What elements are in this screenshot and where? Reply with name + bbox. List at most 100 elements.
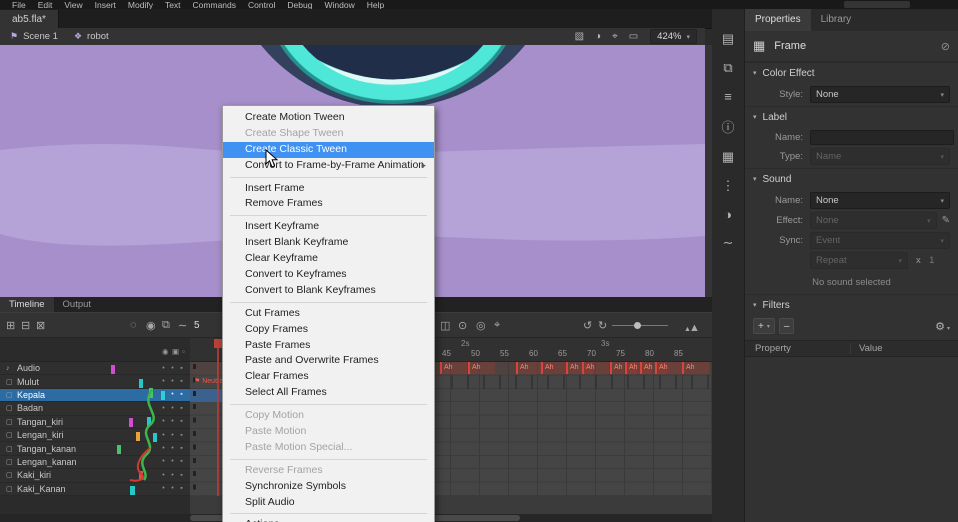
history-panel-icon[interactable]: ◑ bbox=[724, 207, 732, 222]
pages-panel-icon[interactable]: ⧉ bbox=[723, 60, 732, 76]
info-panel-icon[interactable]: ⓘ bbox=[721, 117, 734, 136]
layer-row[interactable]: ▢Tangan_kanan••▪ bbox=[0, 442, 190, 455]
menu-item[interactable]: Insert Frame bbox=[223, 181, 434, 197]
menu-item[interactable]: Paste and Overwrite Frames bbox=[223, 353, 434, 369]
label-name-input[interactable] bbox=[810, 130, 954, 145]
outline-swatch[interactable]: ▪ bbox=[177, 445, 186, 452]
visibility-dot[interactable]: • bbox=[159, 365, 168, 372]
align-panel-icon[interactable]: ≡ bbox=[724, 89, 732, 104]
lock-dot[interactable]: • bbox=[168, 432, 177, 439]
repeat-count-value[interactable]: 1 bbox=[925, 255, 939, 266]
sound-name-dropdown[interactable]: None ▾ bbox=[810, 192, 950, 209]
frame-size-slider[interactable] bbox=[612, 325, 668, 326]
layer-row[interactable]: ▢Tangan_kiri••▪ bbox=[0, 416, 190, 429]
menu-item[interactable]: Cut Frames bbox=[223, 306, 434, 322]
layer-row[interactable]: ♪Audio••▪ bbox=[0, 362, 190, 375]
menu-item-debug[interactable]: Debug bbox=[287, 0, 312, 9]
layer-row[interactable]: ▢Lengan_kanan••▪ bbox=[0, 456, 190, 469]
menu-item[interactable]: Create Motion Tween bbox=[223, 110, 434, 126]
section-color-effect[interactable]: ▾ Color Effect bbox=[745, 62, 958, 83]
visibility-dot[interactable]: • bbox=[159, 472, 168, 479]
menu-item-text[interactable]: Text bbox=[165, 0, 181, 9]
menu-item[interactable]: Split Audio bbox=[223, 495, 434, 511]
visibility-dot[interactable]: • bbox=[159, 405, 168, 412]
layer-row[interactable]: ▢Mulut••▪ bbox=[0, 375, 190, 388]
highlight-layers-icon[interactable]: ◉ bbox=[146, 319, 156, 332]
menu-item-file[interactable]: File bbox=[12, 0, 26, 9]
outline-icon[interactable]: ▫ bbox=[182, 347, 185, 356]
tab-timeline[interactable]: Timeline bbox=[0, 297, 54, 312]
edit-multiple-frames-icon[interactable]: ⧉ bbox=[162, 319, 170, 332]
motion-panel-icon[interactable]: ∼ bbox=[723, 235, 734, 251]
edit-effect-icon[interactable]: ✎ bbox=[942, 215, 950, 226]
menu-item[interactable]: Paste Frames bbox=[223, 338, 434, 354]
menu-item-view[interactable]: View bbox=[64, 0, 82, 9]
outline-swatch[interactable]: ▪ bbox=[177, 485, 186, 492]
insert-frame-icon[interactable]: ◫ bbox=[440, 319, 450, 332]
eye-icon[interactable]: ◉ bbox=[162, 347, 169, 356]
menu-item[interactable]: Remove Frames bbox=[223, 196, 434, 212]
outline-swatch[interactable]: ▪ bbox=[177, 432, 186, 439]
menu-item-commands[interactable]: Commands bbox=[193, 0, 236, 9]
outline-swatch[interactable]: ▪ bbox=[177, 391, 186, 398]
step-forward-icon[interactable]: ↻ bbox=[598, 319, 607, 332]
menu-item-control[interactable]: Control bbox=[248, 0, 275, 9]
lock-dot[interactable]: • bbox=[168, 458, 177, 465]
onion-skin-outline-icon[interactable]: ◎ bbox=[476, 319, 486, 332]
section-sound[interactable]: ▾ Sound bbox=[745, 168, 958, 189]
tab-properties[interactable]: Properties bbox=[745, 9, 811, 31]
menu-item[interactable]: Clear Keyframe bbox=[223, 251, 434, 267]
menu-item[interactable]: Copy Frames bbox=[223, 322, 434, 338]
menu-item-modify[interactable]: Modify bbox=[128, 0, 153, 9]
layer-row[interactable]: ▢Lengan_kiri••▪ bbox=[0, 429, 190, 442]
stage-outline-icon[interactable]: ▭ bbox=[629, 31, 638, 42]
tab-output[interactable]: Output bbox=[54, 297, 101, 312]
outline-swatch[interactable]: ▪ bbox=[177, 365, 186, 372]
menu-item[interactable]: Insert Blank Keyframe bbox=[223, 235, 434, 251]
zoom-level-dropdown[interactable]: 424% ▾ bbox=[650, 29, 697, 44]
show-layers-icon[interactable]: ◌ bbox=[130, 319, 137, 331]
frame-view-size-icon[interactable]: ▲▲ bbox=[684, 318, 698, 336]
menu-item[interactable]: Insert Keyframe bbox=[223, 219, 434, 235]
menu-item[interactable]: Select All Frames bbox=[223, 385, 434, 401]
workspace-switcher[interactable] bbox=[844, 1, 910, 8]
panel-menu-icon[interactable]: ⊘ bbox=[941, 40, 950, 53]
menu-item-window[interactable]: Window bbox=[324, 0, 354, 9]
new-folder-icon[interactable]: ⊟ bbox=[21, 319, 30, 332]
step-back-icon[interactable]: ↺ bbox=[583, 319, 592, 332]
lock-dot[interactable]: • bbox=[168, 365, 177, 372]
menu-item-help[interactable]: Help bbox=[367, 0, 384, 9]
add-filter-button[interactable]: +▾ bbox=[753, 318, 775, 334]
menu-item[interactable]: Convert to Frame-by-Frame Animation▸ bbox=[223, 158, 434, 174]
outline-swatch[interactable]: ▪ bbox=[177, 418, 186, 425]
filters-options-icon[interactable]: ⚙▾ bbox=[935, 320, 950, 333]
breadcrumb-symbol[interactable]: robot bbox=[87, 31, 109, 42]
new-layer-icon[interactable]: ⊞ bbox=[6, 319, 15, 332]
delete-layer-icon[interactable]: ⊠ bbox=[36, 319, 45, 332]
outline-swatch[interactable]: ▪ bbox=[177, 458, 186, 465]
sound-sync-dropdown[interactable]: Event ▾ bbox=[810, 232, 950, 249]
layer-row[interactable]: ▢Kaki_kiri••▪ bbox=[0, 469, 190, 482]
visibility-dot[interactable]: • bbox=[159, 485, 168, 492]
visibility-dot[interactable]: • bbox=[159, 391, 168, 398]
outline-swatch[interactable]: ▪ bbox=[177, 472, 186, 479]
clip-content-icon[interactable]: ▧ bbox=[575, 31, 584, 42]
lock-dot[interactable]: • bbox=[168, 418, 177, 425]
menu-item[interactable]: Clear Frames bbox=[223, 369, 434, 385]
rotate-stage-icon[interactable]: ◑ bbox=[595, 31, 601, 42]
center-stage-icon[interactable]: ⌖ bbox=[612, 31, 618, 42]
lock-dot[interactable]: • bbox=[168, 391, 177, 398]
more-panels-icon[interactable]: ⋮ bbox=[722, 178, 735, 194]
lock-dot[interactable]: • bbox=[168, 472, 177, 479]
section-filters[interactable]: ▾ Filters bbox=[745, 294, 958, 315]
layer-row-selected[interactable]: ▢Kepala••▪ bbox=[0, 389, 190, 402]
stage-scrollbar[interactable] bbox=[705, 45, 712, 297]
lock-dot[interactable]: • bbox=[168, 405, 177, 412]
outline-swatch[interactable]: ▪ bbox=[177, 378, 186, 385]
visibility-dot[interactable]: • bbox=[159, 432, 168, 439]
remove-filter-button[interactable]: ‒ bbox=[779, 318, 795, 334]
visibility-dot[interactable]: • bbox=[159, 378, 168, 385]
center-playhead-icon[interactable]: ⌖ bbox=[494, 319, 500, 332]
breadcrumb-scene[interactable]: Scene 1 bbox=[23, 31, 58, 42]
menu-item-highlighted[interactable]: Create Classic Tween bbox=[223, 142, 434, 158]
